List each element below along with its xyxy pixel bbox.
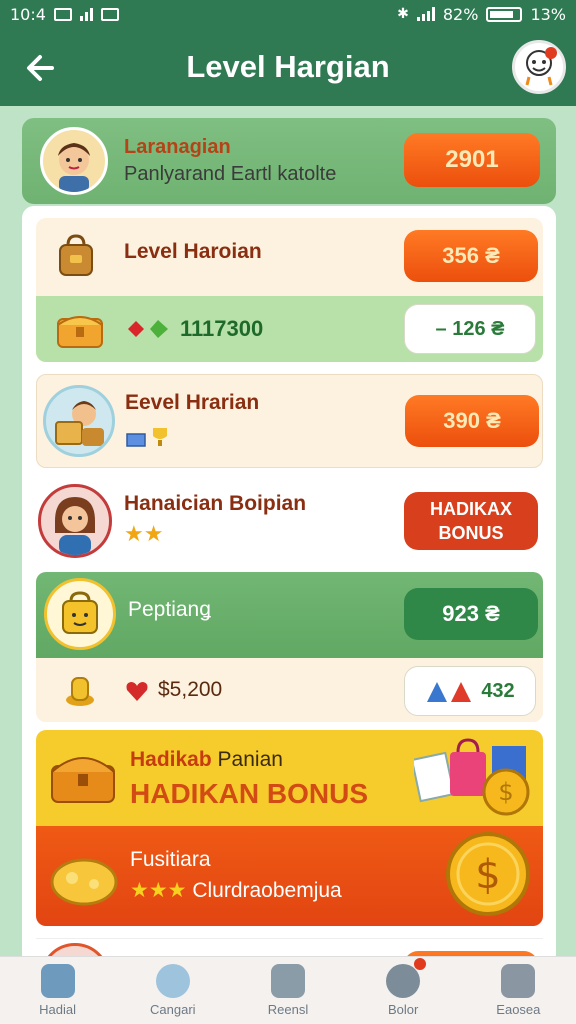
level-value-1[interactable]: 356 ₴ bbox=[404, 230, 538, 282]
bonus-line1-b: Panian bbox=[217, 748, 283, 771]
back-arrow-icon[interactable] bbox=[22, 48, 62, 88]
bonus-line1-a: Hadikab bbox=[130, 748, 212, 771]
level-value-2[interactable]: 390 ₴ bbox=[405, 395, 539, 447]
level-card-1: Level Haroian 356 ₴ 1117300 – 126 ₴ bbox=[36, 218, 543, 362]
level-label-1: Level Haroian bbox=[124, 240, 262, 263]
nav-settings-label: Bolor bbox=[387, 1002, 419, 1017]
lower-banner-subtitle: Clurdraobemjua bbox=[192, 879, 342, 902]
bonus-pill-line1: HADIKAX bbox=[429, 499, 512, 519]
level-subvalue-4: $5,200 bbox=[158, 678, 223, 701]
level-card-2: Eevel Hrarian 390 ₴ bbox=[36, 374, 543, 468]
level-subvalue-1: 1117300 bbox=[180, 316, 264, 341]
bonus-pill[interactable]: HADIKAX BONUS bbox=[404, 492, 538, 550]
coin-stack-icon bbox=[58, 668, 102, 712]
clock-icon bbox=[155, 964, 190, 998]
nav-clock[interactable]: Cangari bbox=[123, 964, 223, 1017]
svg-text:$: $ bbox=[475, 852, 500, 898]
level-subrow-1: 1117300 – 126 ₴ bbox=[36, 296, 543, 362]
bonus-banner[interactable]: Hadikab Panian HADIKAN BONUS $ bbox=[36, 730, 543, 826]
battery-icon bbox=[486, 6, 523, 22]
level-subpill-4-value: 432 bbox=[481, 679, 515, 702]
gold-bag-icon bbox=[46, 838, 122, 908]
level-value-4[interactable]: 923 ₴ bbox=[404, 588, 538, 640]
top-card-value[interactable]: 2901 bbox=[404, 133, 540, 187]
nav-list[interactable]: Reensl bbox=[238, 964, 338, 1017]
gift-icon bbox=[427, 682, 472, 702]
notification-icon bbox=[53, 7, 72, 21]
top-card-subtitle: Panlyarand Eartl katolte bbox=[124, 163, 337, 185]
bag-avatar bbox=[44, 578, 116, 650]
svg-text:$: $ bbox=[498, 778, 513, 806]
bonus-line2: HADIKAN BONUS bbox=[130, 778, 368, 809]
lower-banner-subtitle-row: ★★★ Clurdraobemjua bbox=[130, 878, 342, 903]
bluetooth-icon: ✱ bbox=[397, 6, 409, 22]
chest-icon bbox=[54, 306, 106, 352]
list-icon bbox=[270, 964, 305, 998]
worker-avatar bbox=[43, 385, 115, 457]
home-icon bbox=[40, 964, 75, 998]
nav-settings[interactable]: Bolor bbox=[353, 958, 453, 1017]
treasure-chest-icon bbox=[48, 740, 118, 810]
status-time: 10:4 bbox=[10, 4, 46, 24]
level-subpill-1[interactable]: – 126 ₴ bbox=[404, 304, 536, 354]
gems-icon bbox=[124, 316, 174, 342]
nav-menu[interactable]: Eaosea bbox=[468, 964, 568, 1017]
nav-clock-label: Cangari bbox=[150, 1002, 196, 1017]
level-subpill-4[interactable]: 432 bbox=[404, 666, 536, 716]
star-icon: ★★ bbox=[124, 522, 164, 547]
top-card-title: Laranagian bbox=[124, 136, 231, 158]
level-card-4: Peptianǥ 923 ₴ $5,200 432 bbox=[36, 572, 543, 722]
battery-percent: 82% bbox=[442, 4, 479, 24]
girl-avatar bbox=[38, 484, 112, 558]
bonus-line1: Hadikab Panian bbox=[130, 748, 283, 772]
rating-stars-icon: ★★★ bbox=[130, 879, 187, 902]
level-card-3: Hanaician Boipian ★★ HADIKAX BONUS bbox=[36, 478, 543, 566]
level-label-3: Hanaician Boipian bbox=[124, 492, 307, 515]
user-avatar bbox=[40, 127, 108, 195]
bonus-pill-line2: BONUS bbox=[438, 523, 504, 543]
cell-signal-icon bbox=[416, 7, 435, 21]
top-level-card[interactable]: Laranagian Panlyarand Eartl katolte 2901 bbox=[22, 118, 556, 204]
level-label-4: Peptianǥ bbox=[128, 598, 211, 621]
heart-icon bbox=[124, 678, 150, 704]
lower-banner[interactable]: Fusitiara ★★★ Clurdraobemjua $ bbox=[36, 826, 543, 926]
settings-icon bbox=[386, 958, 427, 998]
shopping-bags-icon: $ bbox=[414, 736, 538, 820]
settings-badge bbox=[414, 958, 427, 970]
nav-list-label: Reensl bbox=[267, 1002, 309, 1017]
level-label-2: Eevel Hrarian bbox=[125, 391, 260, 414]
menu-icon bbox=[501, 964, 536, 998]
nav-menu-label: Eaosea bbox=[496, 1002, 541, 1017]
nav-home-label: Hadial bbox=[39, 1002, 77, 1017]
big-coin-icon: $ bbox=[434, 830, 538, 924]
signal-icon bbox=[79, 7, 93, 21]
trophy-icon bbox=[125, 423, 177, 451]
backpack-icon bbox=[54, 232, 98, 280]
nav-home[interactable]: Hadial bbox=[8, 964, 108, 1017]
app-header: Level Hargian bbox=[0, 28, 576, 106]
profile-avatar[interactable] bbox=[512, 40, 566, 94]
lower-banner-title: Fusitiara bbox=[130, 848, 211, 871]
media-icon bbox=[100, 7, 119, 21]
bottom-navigation: Hadial Cangari Reensl Bolor Eaosea bbox=[0, 956, 576, 1024]
notification-dot bbox=[545, 47, 557, 59]
status-bar: 10:4 ✱ 82% 13% bbox=[0, 0, 576, 28]
level-list-panel: Level Haroian 356 ₴ 1117300 – 126 ₴ Eeve… bbox=[22, 206, 556, 966]
status-percent: 13% bbox=[530, 4, 566, 24]
page-title: Level Hargian bbox=[186, 49, 390, 84]
